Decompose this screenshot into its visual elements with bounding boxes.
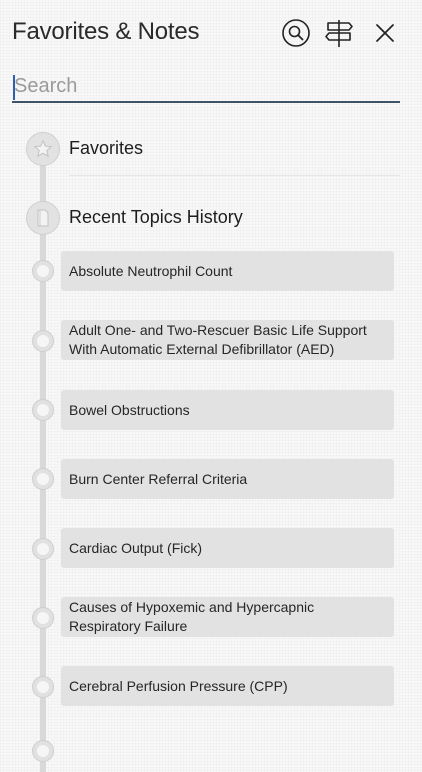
section-divider (69, 175, 400, 176)
timeline-node (32, 468, 54, 490)
timeline-node (32, 538, 54, 560)
search-icon (282, 19, 310, 47)
history-item[interactable]: Burn Center Referral Criteria (61, 459, 394, 499)
history-item[interactable]: Adult One- and Two-Rescuer Basic Life Su… (61, 320, 394, 360)
history-section-label[interactable]: Recent Topics History (69, 207, 243, 228)
text-cursor (13, 75, 15, 100)
favorites-section-label[interactable]: Favorites (69, 138, 143, 159)
history-item[interactable]: Bowel Obstructions (61, 390, 394, 430)
timeline-node (32, 740, 54, 762)
timeline-node (32, 607, 54, 629)
signpost-icon (325, 20, 353, 47)
close-button[interactable] (369, 17, 401, 49)
favorites-node (26, 132, 60, 166)
history-item[interactable]: Absolute Neutrophil Count (61, 251, 394, 291)
close-icon (376, 24, 394, 42)
history-item[interactable]: Cardiac Output (Fick) (61, 528, 394, 568)
history-item[interactable]: Cerebral Perfusion Pressure (CPP) (61, 666, 394, 706)
search-button[interactable] (280, 17, 312, 49)
history-node (26, 201, 60, 235)
search-input[interactable] (12, 72, 400, 103)
signpost-button[interactable] (323, 17, 355, 49)
star-icon (33, 139, 53, 158)
history-item[interactable]: Causes of Hypoxemic and Hypercapnic Resp… (61, 597, 394, 637)
header-bar: Favorites & Notes (0, 0, 422, 68)
page-title: Favorites & Notes (12, 18, 200, 45)
timeline-node (32, 260, 54, 282)
document-icon (37, 209, 49, 227)
timeline-node (32, 399, 54, 421)
timeline-node (32, 330, 54, 352)
timeline-node (32, 676, 54, 698)
